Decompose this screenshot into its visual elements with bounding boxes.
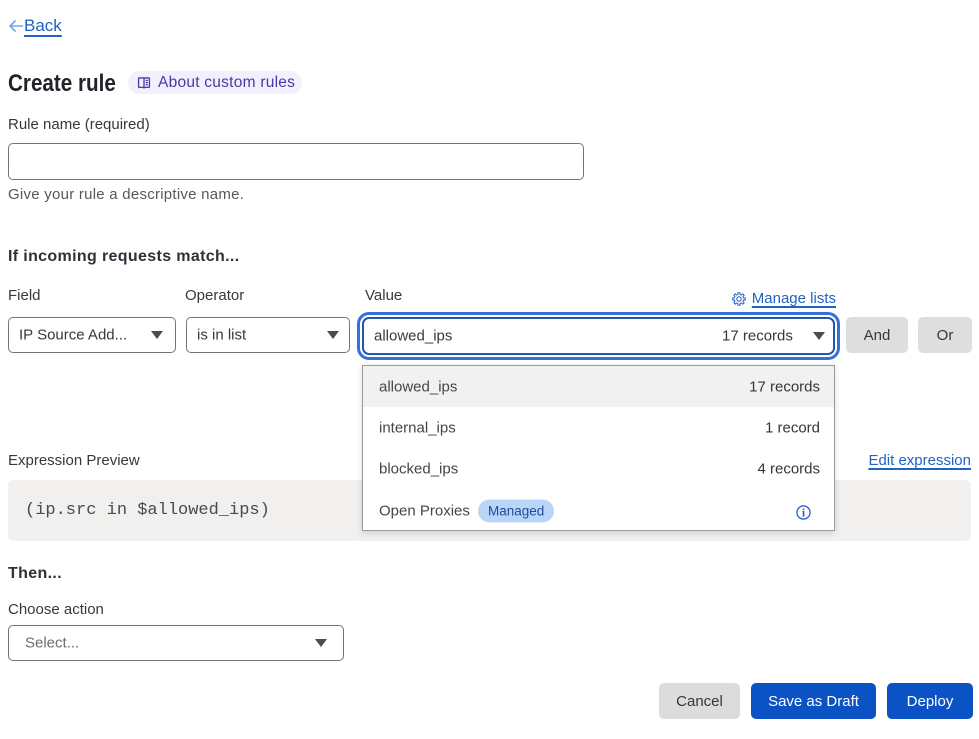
svg-text:i: i	[802, 506, 806, 519]
